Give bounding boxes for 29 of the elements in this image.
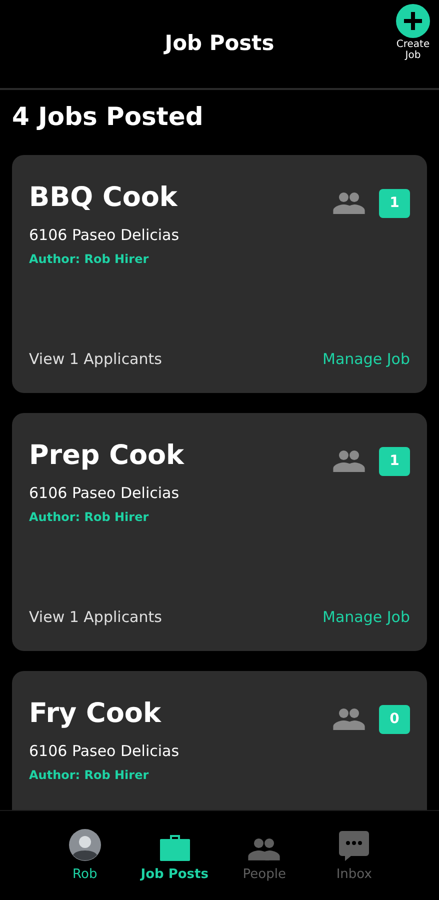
job-title: Fry Cook — [29, 696, 161, 730]
people-icon — [333, 192, 365, 214]
view-applicants-link[interactable]: View 1 Applicants — [29, 606, 162, 628]
job-address: 6106 Paseo Delicias — [29, 740, 180, 762]
applicant-count: 0 — [379, 704, 410, 734]
applicant-count: 1 — [379, 188, 410, 218]
applicant-count: 1 — [379, 446, 410, 476]
job-address: 6106 Paseo Delicias — [29, 482, 180, 504]
job-address: 6106 Paseo Delicias — [29, 224, 180, 246]
page-title: Job Posts — [164, 30, 274, 58]
people-icon — [248, 838, 280, 860]
nav-tab[interactable]: Job Posts — [130, 811, 220, 900]
manage-job-link[interactable]: Manage Job — [322, 606, 410, 628]
plus-icon — [395, 3, 431, 39]
briefcase-icon — [160, 832, 190, 860]
job-author: Author: Rob Hirer — [29, 767, 150, 784]
people-icon — [333, 450, 365, 472]
job-author: Author: Rob Hirer — [29, 251, 150, 268]
job-author: Author: Rob Hirer — [29, 509, 150, 526]
chat-icon — [339, 830, 370, 860]
avatar-icon — [68, 828, 101, 860]
job-title: BBQ Cook — [29, 180, 178, 214]
jobs-count: 4 Jobs Posted — [12, 101, 204, 133]
nav-tab[interactable]: Rob — [40, 811, 130, 900]
view-applicants-link[interactable]: View 1 Applicants — [29, 348, 162, 370]
people-icon — [333, 708, 365, 730]
create-job-button[interactable]: Create Job — [395, 3, 431, 61]
job-title: Prep Cook — [29, 438, 184, 472]
manage-job-link[interactable]: Manage Job — [322, 348, 410, 370]
